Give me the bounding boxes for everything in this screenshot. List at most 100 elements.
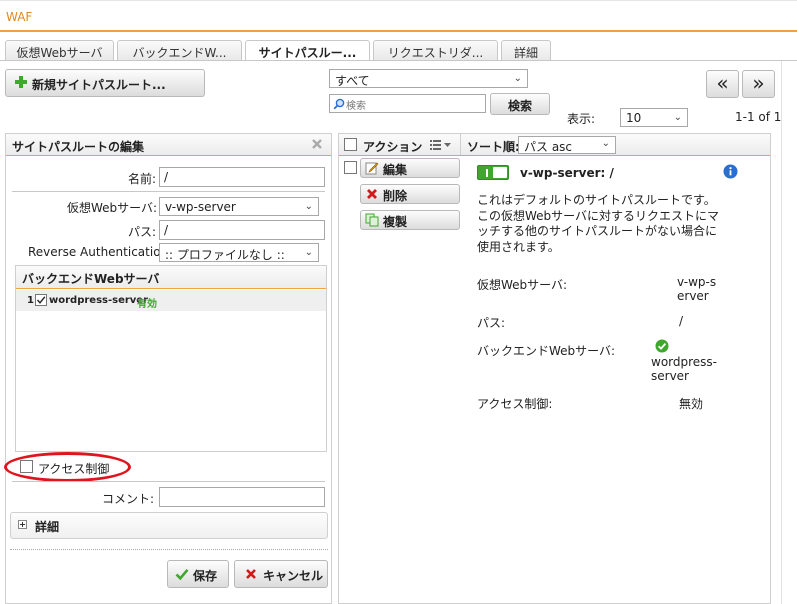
copy-label: 複製 — [383, 215, 408, 229]
tab-label: 詳細 — [513, 46, 538, 60]
reverse-auth-value: :: プロファイルなし :: — [165, 248, 285, 262]
first-page-button[interactable]: « — [706, 70, 739, 98]
check-circle-icon — [655, 339, 669, 353]
select-all-checkbox[interactable] — [344, 138, 357, 151]
search-input[interactable]: 検索 — [329, 94, 486, 113]
edit-panel-header: サイトパスルートの編集 — [6, 134, 331, 156]
tab-label: リクエストリダ... — [387, 46, 484, 60]
tab-label: サイトパスルー... — [258, 46, 357, 60]
search-icon — [333, 98, 345, 110]
access-control-label[interactable]: アクセス制御 — [38, 460, 109, 477]
delete-icon — [366, 188, 378, 200]
tab-backend-web-server[interactable]: バックエンドW... — [117, 40, 242, 60]
tab-virtual-web-server[interactable]: 仮想Webサーバ — [5, 40, 114, 60]
check-icon — [175, 567, 189, 581]
save-label: 保存 — [193, 569, 218, 583]
tab-label: バックエンドW... — [132, 46, 227, 60]
edit-button[interactable]: 編集 — [360, 158, 460, 178]
chevron-down-icon: ⌄ — [601, 138, 610, 149]
app-titlebar: WAF — [0, 0, 797, 32]
sort-value: パス asc — [524, 140, 573, 154]
tab-request-redirect[interactable]: リクエストリダ... — [373, 40, 498, 60]
page-size-value: 10 — [626, 111, 642, 125]
save-button[interactable]: 保存 — [167, 560, 229, 588]
delete-button[interactable]: 削除 — [360, 184, 460, 204]
page-size-select[interactable]: 10 ⌄ — [620, 108, 688, 127]
route-access-value: 無効 — [679, 397, 704, 411]
comment-label: コメント: — [102, 492, 155, 506]
backend-box-header: バックエンドWebサーバ — [16, 266, 326, 289]
access-control-checkbox[interactable] — [20, 460, 33, 473]
virtual-server-value: v-wp-server — [165, 200, 236, 214]
virtual-server-label: 仮想Webサーバ: — [67, 201, 158, 215]
sort-select[interactable]: パス asc ⌄ — [518, 136, 616, 154]
divider — [12, 191, 325, 192]
backend-box-title: バックエンドWebサーバ — [22, 272, 160, 286]
new-site-path-route-button[interactable]: 新規サイトパスルート... — [5, 69, 205, 97]
copy-button[interactable]: 複製 — [360, 210, 460, 230]
header-divider — [460, 134, 461, 155]
name-label: 名前: — [128, 172, 157, 186]
tab-divider — [0, 60, 797, 61]
action-label: アクション — [363, 140, 423, 154]
copy-icon — [365, 213, 379, 227]
tab-details[interactable]: 詳細 — [501, 40, 551, 60]
show-label: 表示: — [567, 112, 596, 126]
search-button-label: 検索 — [507, 99, 532, 113]
reverse-auth-label: Reverse Authentication: — [28, 245, 173, 259]
cancel-button[interactable]: キャンセル — [234, 560, 328, 588]
expand-icon[interactable] — [18, 520, 27, 529]
backend-item-index: 1 — [27, 295, 34, 306]
route-vs-value: v-wp-server — [677, 275, 717, 303]
comment-input[interactable] — [159, 487, 325, 507]
details-label: 詳細 — [35, 520, 60, 534]
backend-item-name: wordpress-server — [49, 295, 149, 306]
route-title: v-wp-server: / — [520, 166, 614, 180]
backend-item-checkbox[interactable] — [35, 294, 47, 306]
edit-icon — [365, 161, 379, 175]
info-icon[interactable] — [723, 164, 738, 179]
first-page-glyph: « — [716, 71, 729, 95]
chevron-down-icon: ⌄ — [304, 247, 313, 258]
reverse-auth-select[interactable]: :: プロファイルなし :: ⌄ — [159, 243, 319, 262]
chevron-down-icon: ⌄ — [673, 112, 682, 123]
virtual-server-select[interactable]: v-wp-server ⌄ — [159, 197, 319, 216]
edit-panel-title: サイトパスルートの編集 — [12, 140, 145, 154]
edit-label: 編集 — [383, 163, 408, 177]
next-page-glyph: » — [752, 71, 765, 95]
divider — [12, 481, 325, 482]
path-input[interactable]: / — [159, 220, 325, 240]
tab-label: 仮想Webサーバ — [16, 46, 103, 60]
plus-icon — [14, 75, 28, 89]
list-item: 1 wordpress-server 有効 — [16, 290, 326, 311]
toggle-on-icon[interactable] — [477, 165, 509, 180]
close-icon — [245, 568, 257, 580]
details-section[interactable]: 詳細 — [10, 512, 328, 539]
scrollbar-track[interactable] — [781, 61, 782, 604]
route-backend-value: wordpress-server — [651, 355, 717, 383]
route-access-label: アクセス制御: — [477, 397, 553, 411]
cancel-label: キャンセル — [263, 569, 324, 583]
route-vs-label: 仮想Webサーバ: — [477, 278, 568, 292]
close-icon[interactable] — [311, 138, 323, 150]
backend-server-box: バックエンドWebサーバ 1 wordpress-server 有効 — [15, 265, 327, 452]
pagination-range: 1-1 of 1 — [735, 110, 782, 124]
new-button-label: 新規サイトパスルート... — [32, 78, 166, 92]
search-placeholder: 検索 — [346, 101, 366, 112]
route-description: これはデフォルトのサイトパスルートです。この仮想Webサーバに対するリクエストに… — [477, 193, 720, 254]
name-value: / — [164, 170, 169, 184]
route-path-label: パス: — [477, 316, 506, 330]
tab-site-path-route[interactable]: サイトパスルー... — [245, 40, 370, 61]
name-input[interactable]: / — [159, 167, 325, 187]
sort-label: ソート順: — [467, 140, 520, 154]
route-backend-label: バックエンドWebサーバ: — [477, 344, 616, 358]
list-menu-icon[interactable] — [430, 139, 452, 150]
backend-item-status: 有効 — [137, 299, 157, 310]
filter-select[interactable]: すべて ⌄ — [329, 69, 528, 88]
delete-label: 削除 — [383, 189, 408, 203]
row-checkbox[interactable] — [344, 161, 357, 174]
search-button[interactable]: 検索 — [490, 93, 550, 115]
next-page-button[interactable]: » — [742, 70, 775, 98]
app-title: WAF — [6, 10, 33, 24]
route-path-value: / — [679, 314, 684, 328]
